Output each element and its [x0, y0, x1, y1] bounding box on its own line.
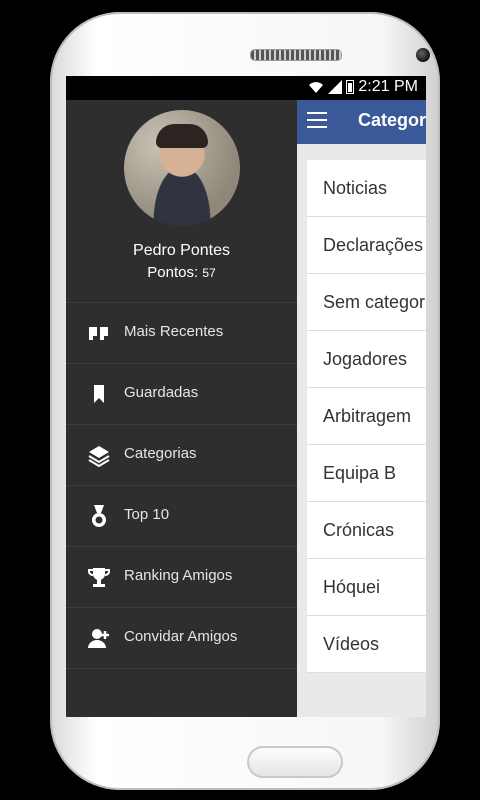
page-title: Categor	[358, 110, 426, 130]
category-item[interactable]: Arbitragem	[307, 388, 426, 445]
wifi-icon	[309, 82, 323, 93]
category-item[interactable]: Jogadores	[307, 331, 426, 388]
category-item[interactable]: Crónicas	[307, 502, 426, 559]
category-item[interactable]: Vídeos	[307, 616, 426, 673]
category-item[interactable]: Hóquei	[307, 559, 426, 616]
menu-item-guardadas[interactable]: Guardadas	[66, 364, 297, 425]
home-button[interactable]	[247, 746, 343, 778]
category-item[interactable]: Noticias	[307, 160, 426, 217]
menu-item-ranking-amigos[interactable]: Ranking Amigos	[66, 547, 297, 608]
user-name: Pedro Pontes	[133, 242, 230, 259]
screen: 2:21 PM Categor Noticias Declarações Sem…	[66, 76, 426, 717]
menu-item-label: Guardadas	[124, 384, 199, 401]
menu-icon[interactable]	[307, 112, 327, 128]
menu-item-label: Ranking Amigos	[124, 567, 233, 584]
user-points: Pontos: 57	[66, 264, 297, 281]
add-person-icon	[88, 629, 109, 648]
menu-item-label: Convidar Amigos	[124, 628, 238, 645]
avatar[interactable]	[124, 110, 240, 226]
category-item[interactable]: Declarações	[307, 217, 426, 274]
layers-icon	[88, 446, 110, 467]
menu-item-label: Top 10	[124, 506, 170, 523]
category-list: Noticias Declarações Sem categor Jogador…	[307, 160, 426, 673]
bookmark-icon	[94, 385, 104, 403]
menu-item-top-10[interactable]: Top 10	[66, 486, 297, 547]
front-camera	[416, 48, 430, 62]
quote-icon	[89, 327, 108, 340]
menu-item-label: Mais Recentes	[124, 323, 224, 340]
points-value: 57	[202, 266, 216, 280]
menu-item-label: Categorias	[124, 445, 197, 462]
points-label: Pontos:	[147, 264, 199, 281]
status-time: 2:21 PM	[358, 78, 418, 95]
status-bar: 2:21 PM	[66, 76, 426, 100]
navigation-drawer: Pedro Pontes Pontos: 57 Mais Recentes Gu…	[66, 100, 297, 717]
trophy-icon	[88, 568, 110, 587]
drawer-menu: Mais Recentes Guardadas Categorias Top 1…	[66, 302, 297, 669]
app-bar: Categor	[297, 100, 426, 144]
signal-icon	[328, 80, 342, 94]
battery-icon	[346, 80, 354, 94]
menu-item-convidar-amigos[interactable]: Convidar Amigos	[66, 608, 297, 669]
menu-item-categorias[interactable]: Categorias	[66, 425, 297, 486]
category-item[interactable]: Equipa B	[307, 445, 426, 502]
category-item[interactable]: Sem categor	[307, 274, 426, 331]
medal-icon	[92, 505, 106, 527]
earpiece-speaker	[250, 49, 342, 61]
menu-item-mais-recentes[interactable]: Mais Recentes	[66, 303, 297, 364]
